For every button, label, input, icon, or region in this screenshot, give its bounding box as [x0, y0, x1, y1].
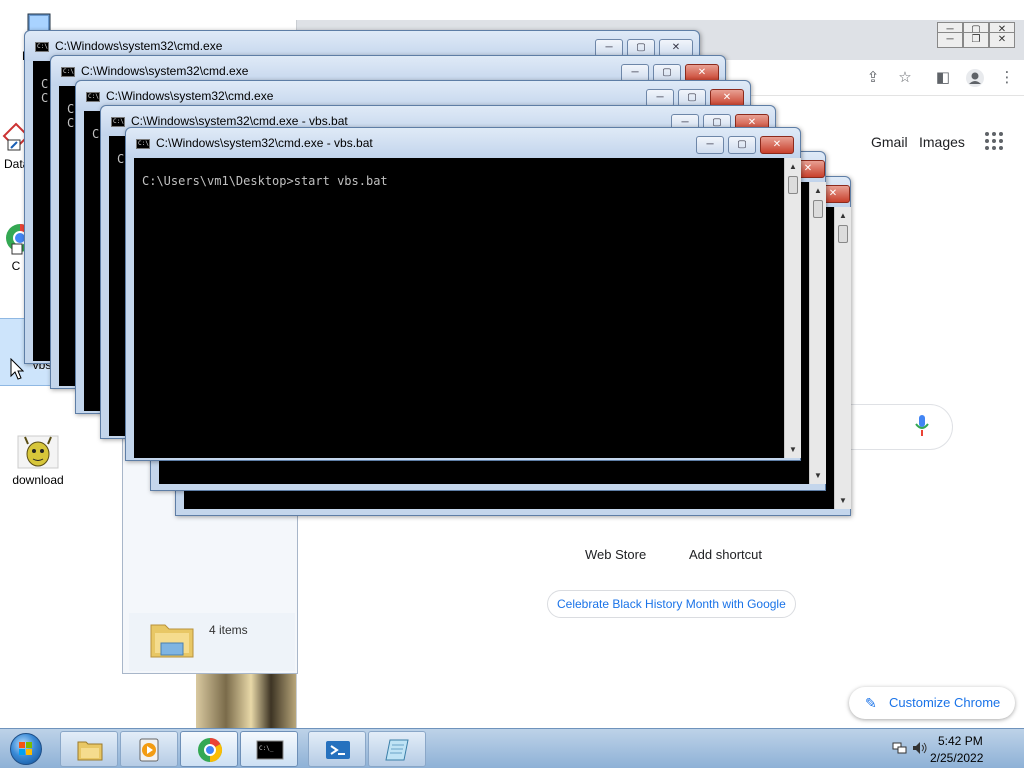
cmd-window-active[interactable]: C:\ C:\Windows\system32\cmd.exe - vbs.ba… — [125, 127, 801, 461]
scroll-thumb[interactable] — [813, 200, 823, 218]
cmd-icon: C:\ — [35, 42, 49, 52]
images-link[interactable]: Images — [919, 134, 965, 150]
system-tray: 5:42 PM 2/25/2022 — [884, 729, 1024, 768]
console-text: C:\Users\vm1\Desktop>start vbs.bat — [142, 174, 388, 188]
close-button[interactable]: ✕ — [760, 136, 794, 154]
customize-chrome-label: Customize Chrome — [889, 695, 1001, 710]
windows-logo-icon — [10, 733, 42, 765]
cmd-icon: C:\ — [111, 117, 125, 127]
bookmark-star-icon[interactable]: ☆ — [895, 68, 915, 88]
notepad-icon — [385, 739, 409, 761]
profile-avatar-icon[interactable] — [965, 68, 985, 88]
minimize-button[interactable]: ─ — [696, 136, 724, 154]
side-panel-icon[interactable]: ◧ — [933, 68, 953, 88]
cmd-icon: C:\ — [61, 67, 75, 77]
shortcut-web-store[interactable]: Web Store — [585, 547, 646, 562]
powershell-icon — [326, 741, 350, 759]
taskbar-explorer[interactable] — [60, 731, 118, 767]
chrome-minimize-button-2[interactable]: ─ — [937, 32, 963, 48]
mouse-cursor-icon — [10, 358, 24, 380]
window-title: C:\Windows\system32\cmd.exe — [81, 64, 249, 78]
taskbar-chrome[interactable] — [180, 731, 238, 767]
console-output[interactable]: C:\Users\vm1\Desktop>start vbs.bat — [134, 158, 784, 458]
taskbar-notepad[interactable] — [368, 731, 426, 767]
pencil-icon: ✎ — [865, 695, 877, 711]
cmd-icon: C:\ — [136, 139, 150, 149]
taskbar-cmd[interactable]: C:\_ — [240, 731, 298, 767]
window-title: C:\Windows\system32\cmd.exe — [106, 89, 274, 103]
customize-chrome-button[interactable]: ✎ Customize Chrome — [849, 687, 1015, 719]
google-search-box[interactable] — [837, 404, 953, 450]
wallpaper-fragment — [196, 674, 296, 728]
explorer-details-pane — [129, 613, 295, 671]
scroll-thumb[interactable] — [838, 225, 848, 243]
scroll-up-icon[interactable]: ▲ — [814, 186, 822, 195]
scrollbar[interactable]: ▲ ▼ — [834, 207, 851, 509]
scroll-thumb[interactable] — [788, 176, 798, 194]
microphone-icon[interactable] — [915, 415, 929, 437]
scroll-down-icon[interactable]: ▼ — [814, 471, 822, 480]
desktop-icon-label: download — [12, 473, 64, 487]
items-count: 4 items — [209, 623, 248, 637]
window-title: C:\Windows\system32\cmd.exe — [55, 39, 223, 53]
scroll-up-icon[interactable]: ▲ — [839, 211, 847, 220]
celebrate-doodle-link[interactable]: Celebrate Black History Month with Googl… — [547, 590, 796, 618]
scroll-down-icon[interactable]: ▼ — [789, 445, 797, 454]
start-button[interactable] — [4, 731, 48, 767]
windows-explorer-icon — [77, 741, 103, 761]
scroll-up-icon[interactable]: ▲ — [789, 162, 797, 171]
gmail-link[interactable]: Gmail — [871, 134, 908, 150]
svg-text:C:\_: C:\_ — [259, 745, 274, 752]
cmd-icon: C:\ — [86, 92, 100, 102]
media-player-icon — [139, 738, 159, 762]
clock-time[interactable]: 5:42 PM — [938, 734, 983, 748]
shortcut-add[interactable]: Add shortcut — [689, 547, 762, 562]
desktop-icon-download[interactable]: download — [2, 434, 74, 487]
scroll-down-icon[interactable]: ▼ — [839, 496, 847, 505]
maximize-button[interactable]: ▢ — [728, 136, 756, 154]
chrome-icon — [198, 738, 223, 762]
google-apps-icon[interactable] — [985, 132, 1003, 150]
clock-date[interactable]: 2/25/2022 — [930, 751, 983, 765]
taskbar: C:\_ 5:42 PM 2/25/2022 — [0, 728, 1024, 768]
desktop: My C Data C vbs download ─ ▢ ✕ ─ ❐ ✕ ⇪ ☆… — [0, 0, 1024, 728]
window-title: C:\Windows\system32\cmd.exe - vbs.bat — [156, 136, 373, 150]
window-title: C:\Windows\system32\cmd.exe - vbs.bat — [131, 114, 348, 128]
chrome-close-button-2[interactable]: ✕ — [989, 32, 1015, 48]
scrollbar[interactable]: ▲ ▼ — [809, 182, 826, 484]
folder-icon — [150, 624, 194, 658]
taskbar-media-player[interactable] — [120, 731, 178, 767]
download-image-icon — [17, 435, 59, 469]
share-icon[interactable]: ⇪ — [863, 68, 883, 88]
chrome-restore-button[interactable]: ❐ — [963, 32, 989, 48]
network-icon[interactable] — [892, 741, 908, 755]
cmd-icon: C:\_ — [256, 740, 284, 760]
title-bar[interactable]: C:\ C:\Windows\system32\cmd.exe - vbs.ba… — [126, 128, 800, 158]
scrollbar[interactable]: ▲ ▼ — [784, 158, 801, 458]
volume-icon[interactable] — [912, 741, 928, 755]
chrome-menu-icon[interactable]: ⋮ — [997, 68, 1017, 88]
taskbar-powershell[interactable] — [308, 731, 366, 767]
